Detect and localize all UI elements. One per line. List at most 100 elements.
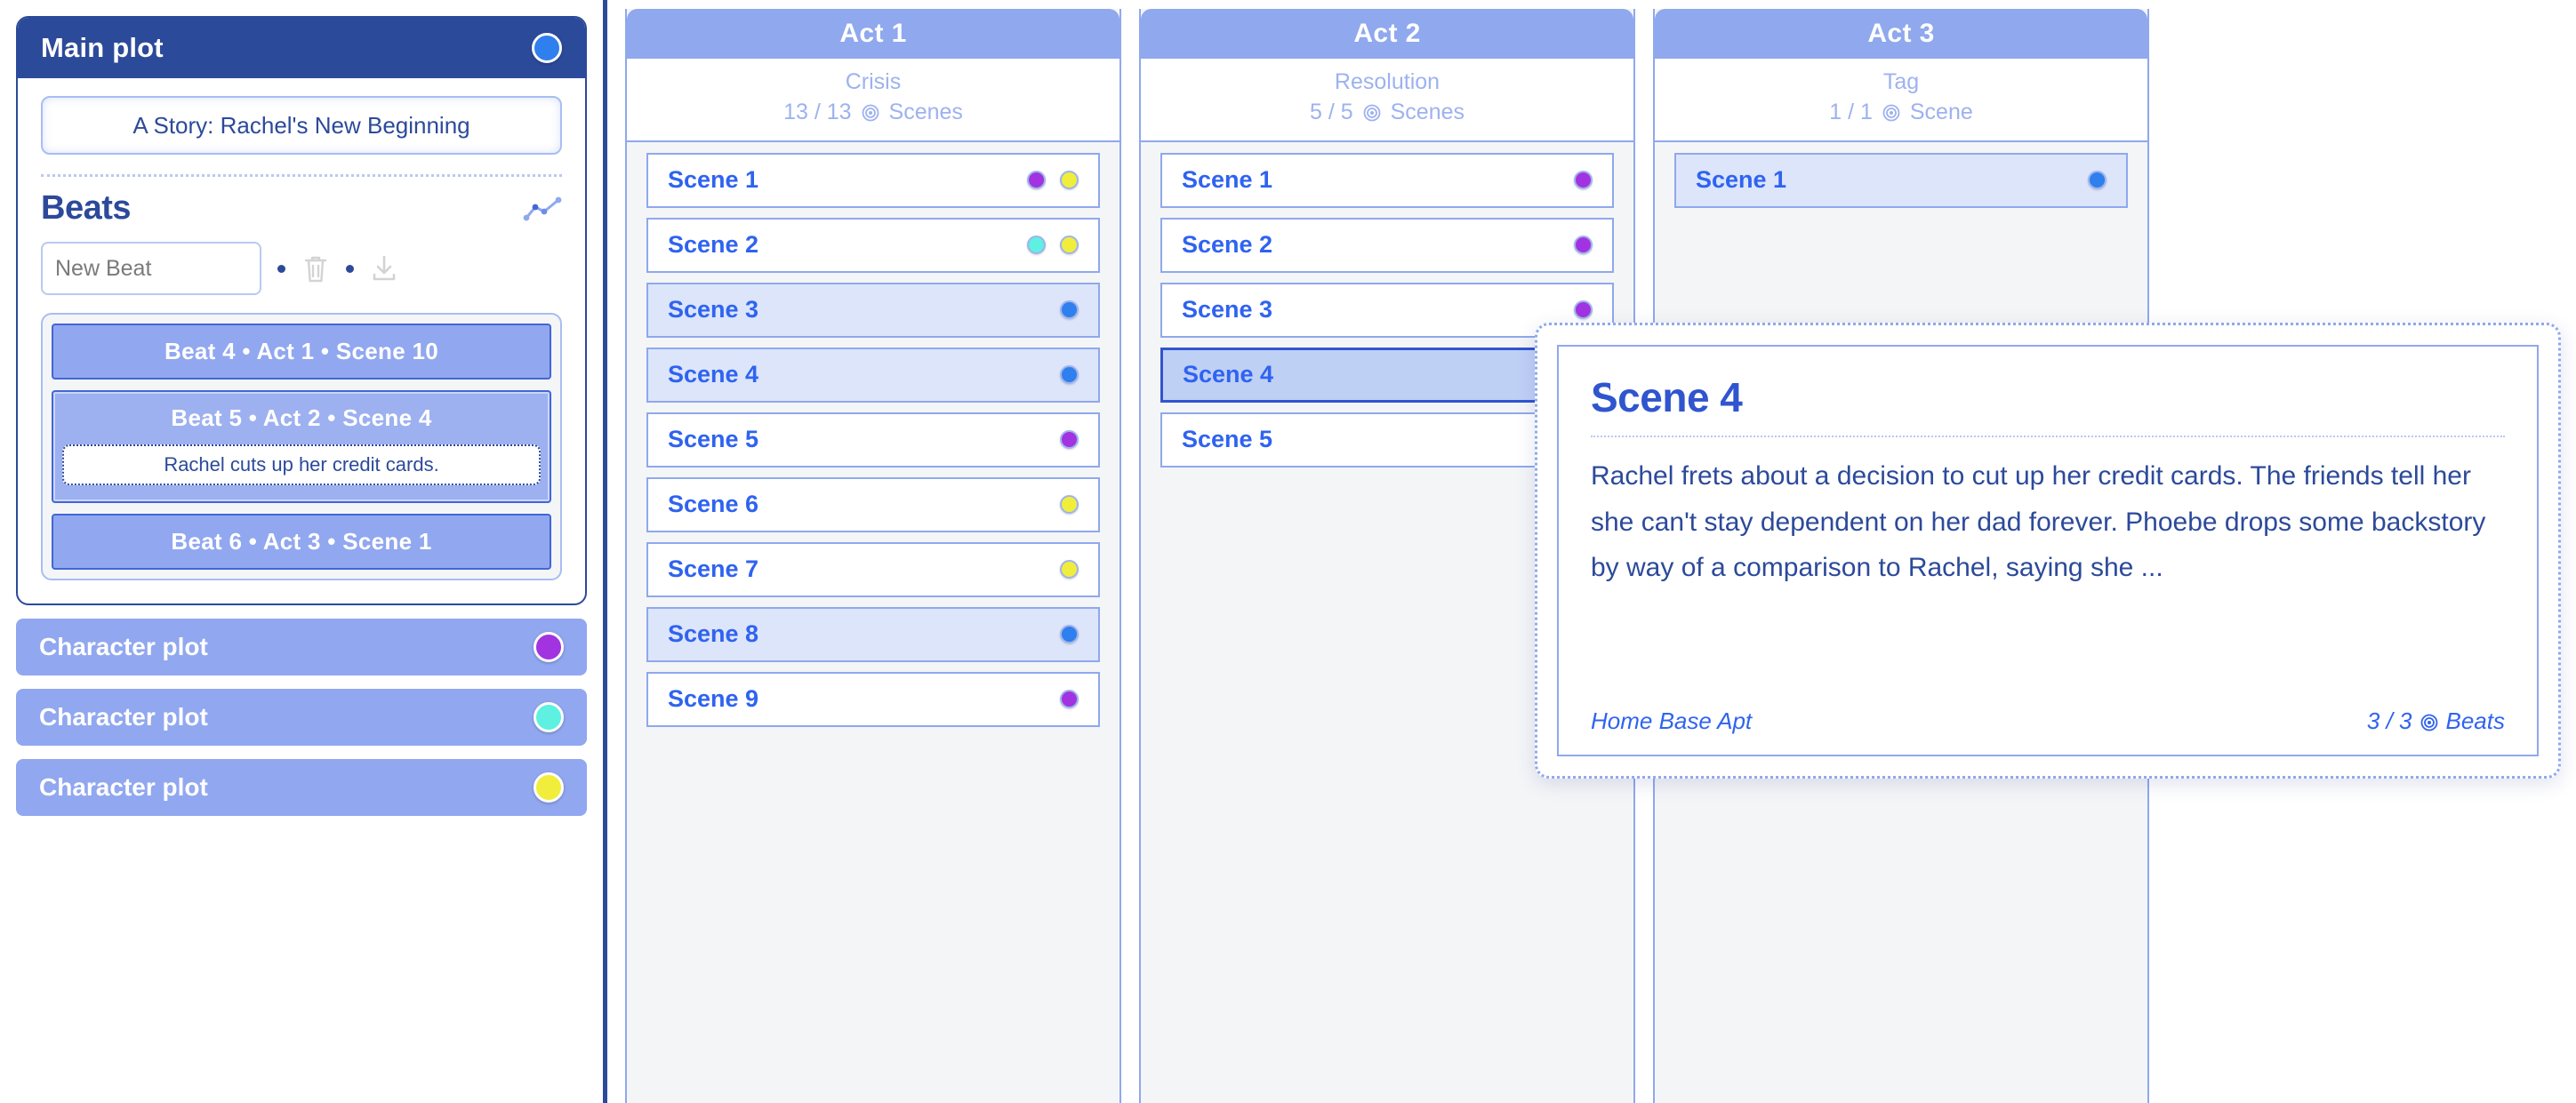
plot-dot-icon [1060, 171, 1079, 189]
new-beat-input[interactable] [41, 242, 261, 295]
scene-plot-dots [1060, 365, 1079, 384]
popup-divider [1591, 436, 2505, 437]
act-count-value: 5 / 5 [1309, 99, 1353, 124]
plot-dot-icon [1060, 236, 1079, 254]
main-plot-body: Beats [18, 78, 585, 603]
scene-card[interactable]: Scene 8 [646, 606, 1100, 662]
scene-card[interactable]: Scene 9 [646, 671, 1100, 727]
act-meta: Crisis 13 / 13 Scenes [627, 59, 1119, 142]
scene-card-label: Scene 5 [668, 426, 759, 452]
scene-plot-dots [1574, 236, 1593, 254]
scene-card-label: Scene 4 [668, 361, 759, 388]
scene-card-label: Scene 3 [668, 296, 759, 323]
scene-card-label: Scene 2 [668, 231, 759, 258]
act-scene-count: 1 / 1 Scene [1655, 97, 2147, 128]
target-icon [1882, 97, 1901, 128]
act-header[interactable]: Act 1 [627, 9, 1119, 59]
plot-dot-icon [1060, 300, 1079, 319]
scene-card[interactable]: Scene 3 [646, 282, 1100, 338]
scene-card[interactable]: Scene 6 [646, 476, 1100, 532]
main-plot-card: Main plot Beats [16, 16, 587, 605]
act-meta: Tag 1 / 1 Scene [1655, 59, 2147, 142]
main-plot-header[interactable]: Main plot [18, 18, 585, 78]
story-title-input[interactable] [41, 96, 562, 155]
popup-beats-label: Beats [2445, 707, 2506, 734]
character-plot-label: Character plot [39, 773, 208, 801]
character-plot-row[interactable]: Character plot [16, 689, 587, 746]
character-plot-label: Character plot [39, 633, 208, 660]
popup-synopsis: Rachel frets about a decision to cut up … [1591, 461, 2486, 583]
popup-beats-count: 3 / 3 Beats [2367, 707, 2505, 735]
act-meta: Resolution 5 / 5 Scenes [1141, 59, 1633, 142]
scene-card[interactable]: Scene 1 [1674, 152, 2128, 208]
scene-plot-dots [1574, 300, 1593, 319]
scene-plot-dots [2088, 171, 2107, 189]
act-title: Act 3 [1867, 19, 1935, 48]
line-chart-icon[interactable] [523, 196, 562, 222]
act-header[interactable]: Act 2 [1141, 9, 1633, 59]
separator-dot-2 [346, 264, 354, 273]
scene-card[interactable]: Scene 2 [646, 217, 1100, 273]
scene-card-label: Scene 8 [668, 620, 759, 647]
act-count-unit: Scene [1909, 99, 1973, 124]
scene-card[interactable]: Scene 4 [646, 347, 1100, 403]
popup-footer: Home Base Apt 3 / 3 Beats [1591, 702, 2505, 735]
scene-card[interactable]: Scene 5 [646, 412, 1100, 468]
scene-plot-dots [1060, 495, 1079, 514]
scene-card-label: Scene 1 [1696, 166, 1787, 193]
beat-item[interactable]: Beat 4 • Act 1 • Scene 10 [52, 324, 551, 380]
character-plot-row[interactable]: Character plot [16, 759, 587, 816]
scene-card-label: Scene 7 [668, 555, 759, 582]
trash-icon[interactable] [301, 252, 330, 284]
scene-plot-dots [1060, 560, 1079, 579]
character-plots-list: Character plot Character plot Character pl… [0, 619, 603, 816]
beat-item[interactable]: Beat 6 • Act 3 • Scene 1 [52, 514, 551, 570]
plot-dot-icon [1060, 495, 1079, 514]
color-swatch-icon[interactable] [534, 632, 564, 662]
scene-plot-dots [1060, 430, 1079, 449]
act-count-unit: Scenes [888, 99, 963, 124]
scene-card[interactable]: Scene 1 [646, 152, 1100, 208]
new-beat-row [41, 242, 562, 295]
act-header[interactable]: Act 3 [1655, 9, 2147, 59]
scene-detail-popup: Scene 4 Rachel frets about a decision to… [1535, 323, 2561, 779]
act-column: Act 1 Crisis 13 / 13 Scenes Scene 1 Scene 2 Sc… [625, 9, 1121, 1103]
color-swatch-icon[interactable] [534, 772, 564, 803]
scene-card-label: Scene 4 [1183, 361, 1274, 388]
plot-dot-icon [1060, 625, 1079, 643]
beats-heading: Beats [41, 189, 132, 227]
scene-plot-dots [1060, 625, 1079, 643]
scene-card-label: Scene 3 [1182, 296, 1273, 323]
beat-item-label: Beat 6 • Act 3 • Scene 1 [171, 528, 432, 555]
color-swatch-icon[interactable] [534, 702, 564, 732]
beats-list: Beat 4 • Act 1 • Scene 10 Beat 5 • Act 2 … [41, 313, 562, 580]
download-icon[interactable] [370, 252, 398, 284]
scene-plot-dots [1574, 171, 1593, 189]
beat-item-label: Beat 4 • Act 1 • Scene 10 [165, 338, 438, 364]
scene-card[interactable]: Scene 7 [646, 541, 1100, 597]
color-swatch-icon[interactable] [532, 33, 562, 63]
scene-card[interactable]: Scene 1 [1160, 152, 1614, 208]
beat-note-input[interactable]: Rachel cuts up her credit cards. [62, 444, 541, 485]
scene-plot-dots [1060, 690, 1079, 708]
separator-dot [277, 264, 285, 273]
beats-header: Beats [41, 177, 562, 233]
plot-dot-icon [1574, 171, 1593, 189]
scene-card-label: Scene 1 [668, 166, 759, 193]
main-plot-title: Main plot [41, 32, 164, 63]
beat-item-label: Beat 5 • Act 2 • Scene 4 [171, 404, 432, 431]
act-title: Act 2 [1353, 19, 1421, 48]
act-type-label: Resolution [1334, 69, 1440, 94]
plot-dot-icon [1060, 430, 1079, 449]
act-count-unit: Scenes [1390, 99, 1465, 124]
scene-card-label: Scene 6 [668, 491, 759, 517]
beat-item[interactable]: Beat 5 • Act 2 • Scene 4 Rachel cuts up h… [52, 390, 551, 503]
popup-title: Scene 4 [1591, 374, 1743, 420]
story-plot-board-app: Main plot Beats [0, 0, 2576, 1103]
scene-card-label: Scene 2 [1182, 231, 1273, 258]
plots-sidebar: Main plot Beats [0, 0, 607, 1103]
scene-card[interactable]: Scene 2 [1160, 217, 1614, 273]
plot-dot-icon [1060, 560, 1079, 579]
act-scene-count: 13 / 13 Scenes [627, 97, 1119, 128]
character-plot-row[interactable]: Character plot [16, 619, 587, 675]
